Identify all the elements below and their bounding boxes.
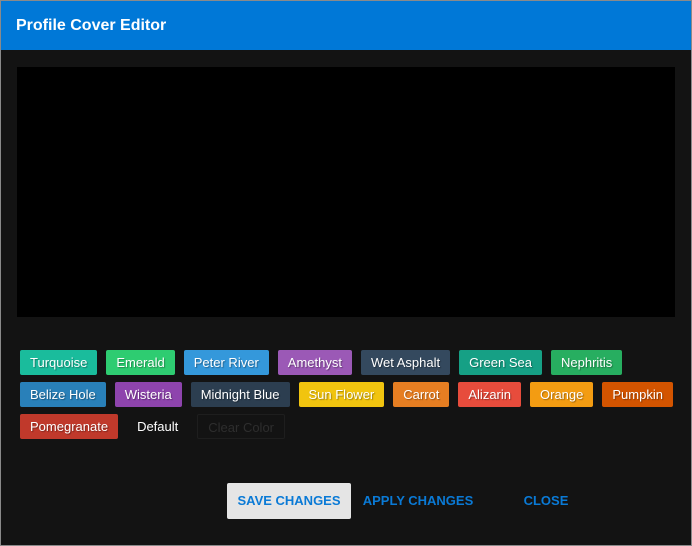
swatch-pumpkin[interactable]: Pumpkin: [602, 382, 673, 407]
dialog-title: Profile Cover Editor: [1, 1, 691, 50]
swatch-green-sea[interactable]: Green Sea: [459, 350, 542, 375]
swatch-wisteria[interactable]: Wisteria: [114, 382, 182, 407]
swatch-alizarin[interactable]: Alizarin: [458, 382, 521, 407]
swatch-peter-river[interactable]: Peter River: [183, 350, 269, 375]
swatch-orange[interactable]: Orange: [530, 382, 594, 407]
apply-changes-button[interactable]: APPLY CHANGES: [359, 483, 477, 519]
close-button[interactable]: CLOSE: [517, 483, 575, 519]
swatch-carrot[interactable]: Carrot: [393, 382, 450, 407]
swatch-pomegranate[interactable]: Pomegranate: [20, 414, 119, 439]
cover-preview: [17, 67, 675, 317]
swatch-belize-hole[interactable]: Belize Hole: [20, 382, 106, 407]
swatch-midnight-blue[interactable]: Midnight Blue: [190, 382, 290, 407]
dialog-footer: SAVE CHANGES APPLY CHANGES CLOSE: [1, 483, 691, 520]
swatch-turquoise[interactable]: Turquoise: [20, 350, 98, 375]
swatch-sun-flower[interactable]: Sun Flower: [298, 382, 385, 407]
swatch-amethyst[interactable]: Amethyst: [277, 350, 352, 375]
swatch-emerald[interactable]: Emerald: [106, 350, 175, 375]
swatch-nephritis[interactable]: Nephritis: [550, 350, 623, 375]
clear-color-button[interactable]: Clear Color: [197, 414, 286, 439]
swatch-wet-asphalt[interactable]: Wet Asphalt: [360, 350, 451, 375]
default-color-button[interactable]: Default: [127, 414, 188, 439]
profile-cover-editor-dialog: Profile Cover Editor Turquoise Emerald Pet…: [0, 0, 692, 546]
color-swatches: Turquoise Emerald Peter River Amethyst Wet A…: [20, 350, 680, 439]
save-changes-button[interactable]: SAVE CHANGES: [227, 483, 351, 519]
